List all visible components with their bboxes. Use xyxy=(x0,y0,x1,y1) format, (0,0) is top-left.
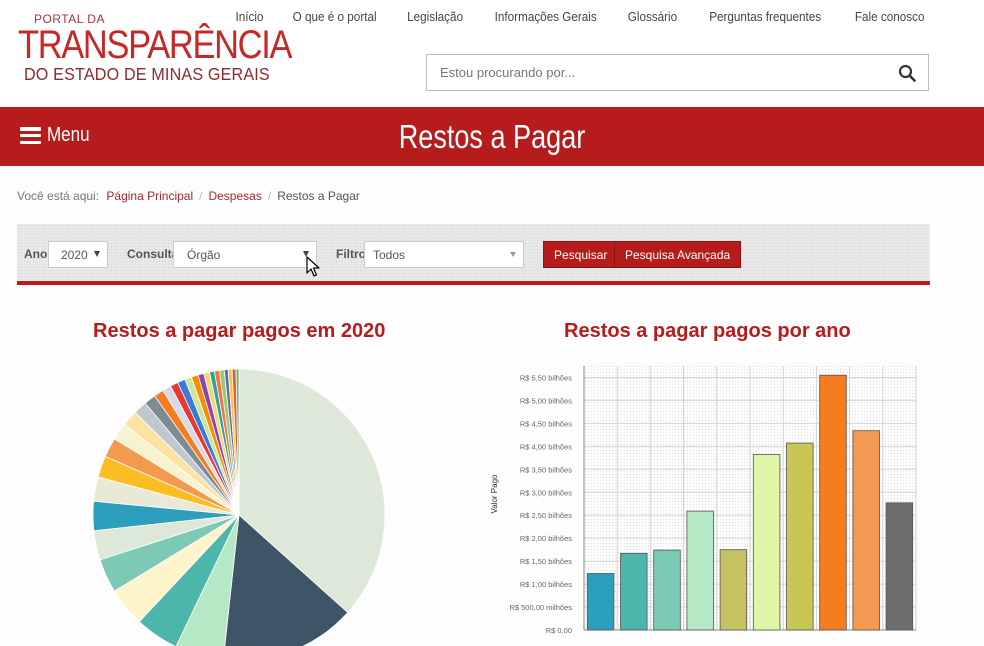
y-tick-label: R$ 0,00 xyxy=(546,626,572,635)
ano-value: 2020 xyxy=(61,248,88,262)
logo-line2: TRANSPARÊNCIA xyxy=(18,23,292,67)
nav-o-que-e[interactable]: O que é o portal xyxy=(292,9,376,24)
consulta-select[interactable]: Órgão xyxy=(173,241,317,268)
bar[interactable] xyxy=(885,502,914,631)
bar[interactable] xyxy=(686,510,714,631)
menu-label: Menu xyxy=(47,124,90,146)
breadcrumb-current: Restos a Pagar xyxy=(277,189,360,203)
y-tick-label: R$ 4,00 bilhões xyxy=(520,442,572,451)
consulta-value: Órgão xyxy=(187,248,221,262)
bar-chart: R$ 0,00 R$ 500,00 milhões R$ 1,00 bilhões R… xyxy=(490,366,917,635)
bar[interactable] xyxy=(586,573,615,631)
bar-chart-title: Restos a pagar pagos por ano xyxy=(564,320,851,342)
nav-legislacao[interactable]: Legislação xyxy=(407,9,463,24)
breadcrumb-despesas[interactable]: Despesas xyxy=(208,189,261,203)
chevron-down-icon xyxy=(510,252,516,257)
pesquisa-avancada-button[interactable]: Pesquisa Avançada xyxy=(614,241,742,268)
bar[interactable] xyxy=(852,430,880,631)
consulta-label: Consulta xyxy=(127,247,179,261)
bar[interactable] xyxy=(620,552,648,631)
search-icon[interactable] xyxy=(898,64,916,82)
y-axis-label: Valor Pago xyxy=(490,474,499,514)
page-title: Restos a Pagar xyxy=(398,118,586,155)
logo-line3: DO ESTADO DE MINAS GERAIS xyxy=(24,64,270,84)
breadcrumb-prefix: Você está aqui: xyxy=(17,189,100,203)
y-tick-label: R$ 4,50 bilhões xyxy=(520,419,572,428)
top-navigation: Início O que é o portal Legislação Infor… xyxy=(234,9,928,24)
bar[interactable] xyxy=(786,442,814,631)
nav-inicio[interactable]: Início xyxy=(235,9,263,24)
filtro-select[interactable]: Todos xyxy=(364,241,524,268)
nav-informacoes-gerais[interactable]: Informações Gerais xyxy=(495,9,597,24)
ano-select[interactable]: 2020 xyxy=(48,241,108,268)
ano-label: Ano xyxy=(24,247,48,261)
pesquisar-button[interactable]: Pesquisar xyxy=(543,241,619,268)
nav-fale-conosco[interactable]: Fale conosco xyxy=(855,9,925,24)
site-header: PORTAL DA TRANSPARÊNCIA DO ESTADO DE MIN… xyxy=(0,0,984,107)
bar[interactable] xyxy=(752,454,781,631)
breadcrumb: Você está aqui: Página Principal / Despesa… xyxy=(17,189,360,203)
y-tick-label: R$ 3,00 bilhões xyxy=(520,488,572,497)
y-tick-label: R$ 5,50 bilhões xyxy=(520,373,572,382)
y-tick-label: R$ 2,50 bilhões xyxy=(520,511,572,520)
mouse-cursor-icon xyxy=(306,256,320,277)
menu-button[interactable]: Menu xyxy=(20,124,97,147)
search-box xyxy=(426,54,929,91)
chevron-down-icon xyxy=(94,251,100,257)
filter-panel: Ano 2020 Consulta Órgão Filtro Todos Pes… xyxy=(17,224,930,285)
y-tick-label: R$ 1,00 bilhões xyxy=(520,580,572,589)
y-tick-label: R$ 3,50 bilhões xyxy=(520,465,572,474)
bar[interactable] xyxy=(819,374,847,631)
y-tick-label: R$ 1,50 bilhões xyxy=(520,557,572,566)
hamburger-icon xyxy=(20,127,41,144)
y-tick-label: R$ 2,00 bilhões xyxy=(520,534,572,543)
title-bar: Menu Restos a Pagar xyxy=(0,107,984,166)
y-tick-label: R$ 5,00 bilhões xyxy=(520,396,572,405)
bar[interactable] xyxy=(653,549,681,631)
y-tick-label: R$ 500,00 milhões xyxy=(509,603,572,612)
search-input[interactable] xyxy=(427,55,867,90)
nav-glossario[interactable]: Glossário xyxy=(628,9,677,24)
bar[interactable] xyxy=(719,549,748,631)
filtro-label: Filtro xyxy=(336,247,366,261)
pie-chart xyxy=(92,368,386,646)
nav-perguntas-frequentes[interactable]: Perguntas frequentes xyxy=(710,9,822,24)
filtro-value: Todos xyxy=(373,248,406,262)
breadcrumb-home[interactable]: Página Principal xyxy=(106,189,193,203)
pie-chart-title: Restos a pagar pagos em 2020 xyxy=(93,320,386,342)
